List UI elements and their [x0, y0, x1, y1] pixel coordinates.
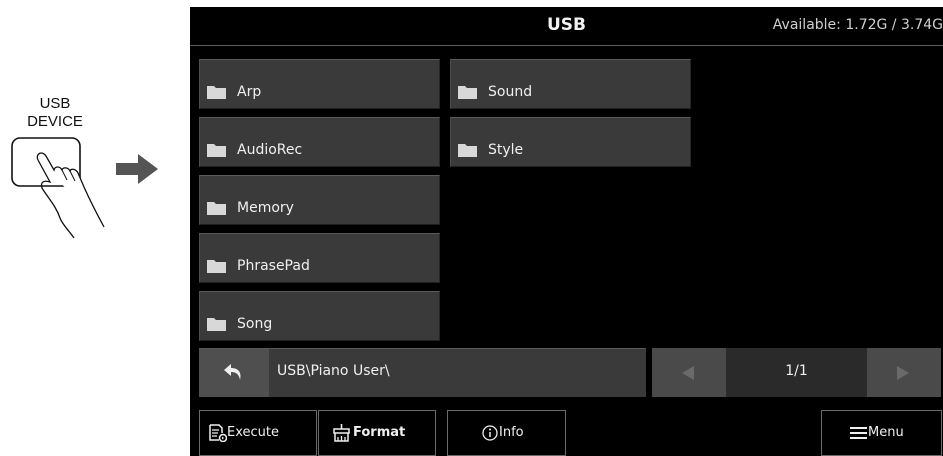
execute-label: Execute — [227, 425, 279, 440]
folder-label: AudioRec — [237, 142, 303, 158]
execute-icon — [209, 424, 227, 442]
menu-button[interactable]: Menu — [821, 410, 942, 456]
page-indicator: 1/1 — [785, 363, 808, 379]
prev-page-button[interactable] — [652, 348, 726, 397]
back-arrow-icon — [224, 364, 241, 380]
folder-item-audiorec[interactable]: AudioRec — [199, 117, 440, 167]
folder-icon — [207, 86, 226, 99]
folder-label: Sound — [488, 84, 533, 100]
usb-device-illustration: USB DEVICE — [0, 0, 190, 456]
usb-file-screen: USB Available: 1.72G / 3.74G Arp AudioRe… — [190, 7, 943, 456]
info-label: Info — [499, 425, 524, 440]
folder-label: Style — [488, 142, 524, 158]
folder-label: PhrasePad — [237, 258, 310, 274]
folder-icon — [207, 260, 226, 273]
folder-icon — [207, 202, 226, 215]
path-bar: USB\Piano User\ — [199, 348, 646, 397]
back-button[interactable] — [199, 349, 269, 397]
triangle-left-icon — [682, 366, 694, 380]
folder-item-sound[interactable]: Sound — [450, 59, 691, 109]
folder-icon — [207, 318, 226, 331]
hamburger-menu-icon — [850, 427, 867, 439]
execute-button[interactable]: Execute — [199, 410, 317, 456]
info-icon — [482, 425, 498, 441]
folder-item-phrasepad[interactable]: PhrasePad — [199, 233, 440, 283]
folder-item-style[interactable]: Style — [450, 117, 691, 167]
triangle-right-icon — [897, 366, 909, 380]
page-navigator: 1/1 — [652, 348, 941, 397]
arrow-right-icon — [116, 154, 158, 184]
current-path: USB\Piano User\ — [277, 363, 390, 379]
folder-item-memory[interactable]: Memory — [199, 175, 440, 225]
folder-label: Memory — [237, 200, 294, 216]
next-page-button[interactable] — [867, 348, 941, 397]
folder-item-song[interactable]: Song — [199, 291, 440, 341]
title-bar: USB Available: 1.72G / 3.74G — [190, 7, 943, 46]
folder-item-arp[interactable]: Arp — [199, 59, 440, 109]
info-button[interactable]: Info — [447, 410, 566, 456]
folder-label: Song — [237, 316, 273, 332]
format-label: Format — [353, 425, 406, 440]
folder-icon — [458, 86, 477, 99]
folder-icon — [207, 144, 226, 157]
folder-icon — [458, 144, 477, 157]
folder-label: Arp — [237, 84, 262, 100]
format-button[interactable]: Format — [318, 410, 436, 456]
format-icon — [333, 424, 350, 442]
menu-label: Menu — [868, 425, 904, 440]
storage-available: Available: 1.72G / 3.74G — [772, 17, 943, 33]
